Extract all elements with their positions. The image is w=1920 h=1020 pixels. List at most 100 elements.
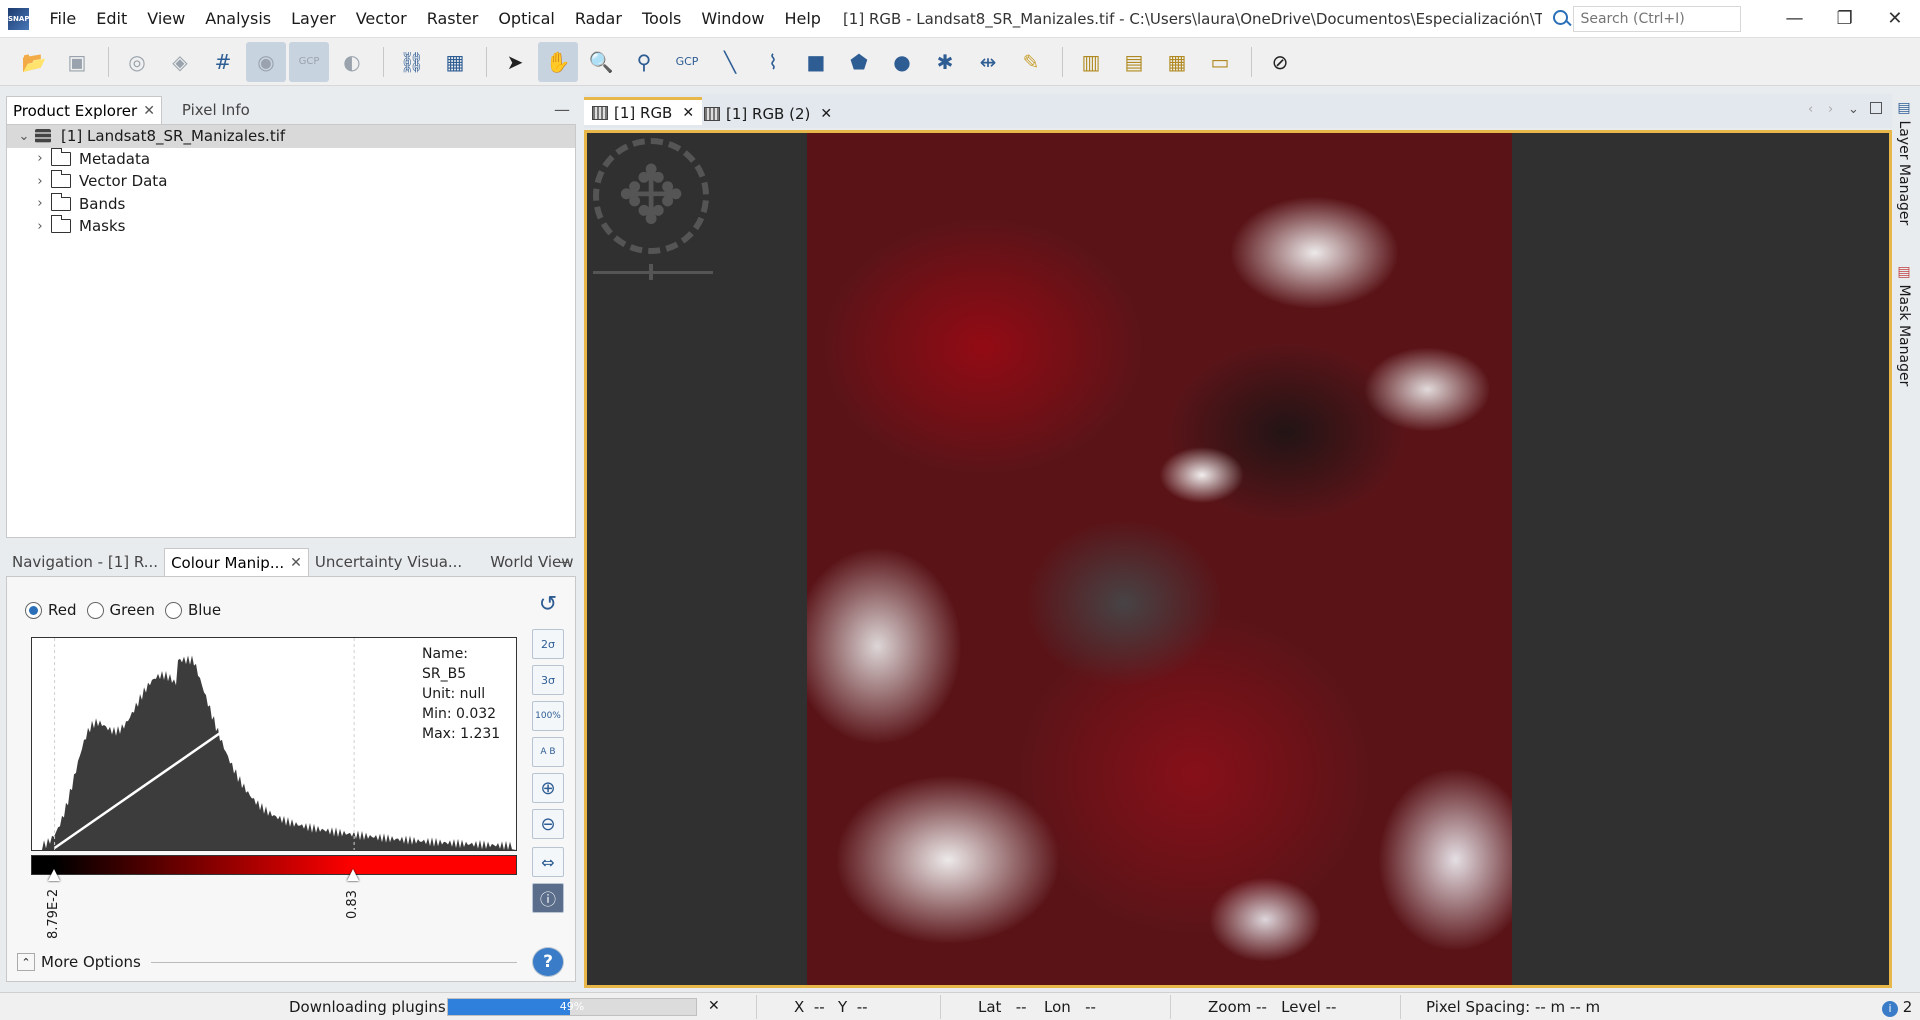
menu-view[interactable]: View [137,0,195,38]
navigation-pan-control-icon[interactable] [593,138,709,254]
minimize-panel-icon[interactable]: — [554,100,570,119]
batch-processing-icon[interactable]: ▦ [435,42,475,82]
pin-placing-tool-icon[interactable]: ⚲ [624,42,664,82]
graph-builder-icon[interactable]: ⛓ [392,42,432,82]
save-product-icon[interactable]: ▣ [57,42,97,82]
zoom-slider[interactable] [593,264,713,280]
magic-wand-tool-icon[interactable]: ✱ [925,42,965,82]
tree-product-root[interactable]: ⌄ [1] Landsat8_SR_Manizales.tif [7,125,575,148]
side-tab-mask-manager[interactable]: ▤ Mask Manager [1896,264,1912,386]
notifications-badge[interactable]: i 2 [1882,998,1912,1017]
menu-help[interactable]: Help [774,0,830,38]
more-options-toggle[interactable]: ⌃ More Options [17,953,517,971]
histogram-box[interactable]: Name: SR_B5 Unit: null Min: 0.032 Max: 1… [31,637,517,851]
channel-blue-option[interactable]: Blue [164,601,221,619]
stretch-3-sigma-button[interactable]: 3σ [532,665,564,695]
polyline-drawing-tool-icon[interactable]: ⌇ [753,42,793,82]
help-icon[interactable]: ? [532,947,564,977]
maximize-view-icon[interactable] [1870,102,1882,114]
ellipse-drawing-tool-icon[interactable]: ● [882,42,922,82]
slider-min-value[interactable]: 8.79E-2 [46,885,61,939]
stretch-2-sigma-button[interactable]: 2σ [532,629,564,659]
menu-edit[interactable]: Edit [86,0,137,38]
menu-tools[interactable]: Tools [632,0,691,38]
tile-single-icon[interactable]: ▭ [1200,42,1240,82]
distribute-evenly-button[interactable]: A B [532,737,564,767]
tab-list-dropdown-icon[interactable]: ⌄ [1848,102,1859,117]
tab-uncertainty-visualisation[interactable]: Uncertainty Visua... [309,548,468,576]
close-tab-icon[interactable]: ✕ [820,106,832,122]
close-tab-icon[interactable]: ✕ [290,555,302,571]
radio-red[interactable] [25,601,42,619]
close-window-icon[interactable]: ✕ [1870,0,1920,38]
tree-item-vector-data[interactable]: › Vector Data [7,170,575,193]
rectangle-drawing-tool-icon[interactable]: ■ [796,42,836,82]
minimize-window-icon[interactable]: — [1769,0,1819,38]
menu-analysis[interactable]: Analysis [195,0,281,38]
gcp-manager-icon[interactable]: ◈ [160,42,200,82]
tree-item-metadata[interactable]: › Metadata [7,147,575,171]
minimize-panel-icon[interactable]: — [554,552,570,571]
select-tool-icon[interactable]: ➤ [495,42,535,82]
menu-raster[interactable]: Raster [417,0,489,38]
tab-colour-manipulation[interactable]: Colour Manip... ✕ [164,548,309,576]
tile-evenly-icon[interactable]: ▥ [1071,42,1111,82]
menu-vector[interactable]: Vector [346,0,417,38]
world-map-icon[interactable]: ◉ [246,41,286,82]
pixel-info-pencil-icon[interactable]: ✎ [1011,42,1051,82]
gcp-overlay-icon[interactable]: GCP [289,41,329,82]
search-input[interactable] [1573,5,1742,32]
channel-red-option[interactable]: Red [25,601,77,619]
line-drawing-tool-icon[interactable]: ╲ [710,42,750,82]
sync-views-icon[interactable]: ⊘ [1260,42,1300,82]
pin-manager-icon[interactable]: ◎ [117,42,157,82]
tree-item-masks[interactable]: › Masks [7,215,575,238]
tab-scroll-right-icon[interactable]: › [1828,102,1833,117]
expand-chevron-icon[interactable]: › [33,196,47,211]
tab-scroll-left-icon[interactable]: ‹ [1808,102,1813,117]
close-tab-icon[interactable]: ✕ [143,103,155,119]
zoom-out-vertical-icon[interactable]: ⊖ [532,809,564,839]
open-product-icon[interactable]: 📂 [14,42,54,82]
tab-product-explorer[interactable]: Product Explorer ✕ [6,96,162,124]
graticule-icon[interactable]: # [203,42,243,82]
satellite-image-rgb[interactable] [807,133,1512,985]
no-data-overlay-icon[interactable]: ◐ [332,42,372,82]
tile-vertically-icon[interactable]: ▦ [1157,42,1197,82]
tab-rgb-2[interactable]: [1] RGB (2) ✕ [696,100,840,128]
image-viewer[interactable] [584,130,1892,988]
close-tab-icon[interactable]: ✕ [682,105,694,121]
menu-optical[interactable]: Optical [488,0,565,38]
radio-blue[interactable] [164,601,182,619]
tab-navigation[interactable]: Navigation - [1] R... [6,548,164,576]
zoom-in-vertical-icon[interactable]: ⊕ [532,773,564,803]
menu-window[interactable]: Window [691,0,774,38]
expand-chevron-icon[interactable]: › [33,219,47,234]
gcp-placing-tool-icon[interactable]: GCP [667,42,707,82]
cancel-task-icon[interactable]: ✕ [708,998,720,1014]
radio-green[interactable] [86,601,104,619]
polygon-drawing-tool-icon[interactable]: ⬟ [839,42,879,82]
zoom-tool-icon[interactable]: 🔍 [581,42,621,82]
channel-green-option[interactable]: Green [86,601,155,619]
tab-pixel-info[interactable]: Pixel Info [176,96,256,124]
stretch-100-percent-button[interactable]: 100% [532,701,564,731]
slider-max-handle[interactable] [347,869,360,881]
tab-rgb-1[interactable]: [1] RGB ✕ [584,97,703,125]
slider-min-handle[interactable] [47,869,60,881]
restore-window-icon[interactable]: ❐ [1820,0,1870,38]
pan-tool-icon[interactable]: ✋ [538,41,578,82]
range-finder-tool-icon[interactable]: ⇹ [968,42,1008,82]
menu-radar[interactable]: Radar [565,0,632,38]
expand-chevron-icon[interactable]: › [33,151,47,166]
collapse-chevron-icon[interactable]: ⌄ [17,129,31,144]
menu-layer[interactable]: Layer [281,0,346,38]
information-icon[interactable]: ⓘ [532,883,564,913]
menu-file[interactable]: File [39,0,86,38]
side-tab-layer-manager[interactable]: ▤ Layer Manager [1896,100,1912,225]
expand-chevron-icon[interactable]: › [33,174,47,189]
reset-defaults-icon[interactable]: ↺ [532,589,564,619]
slider-max-value[interactable]: 0.83 [345,885,360,919]
zoom-horizontal-icon[interactable]: ⇔ [532,847,564,877]
expand-up-icon[interactable]: ⌃ [17,953,35,971]
